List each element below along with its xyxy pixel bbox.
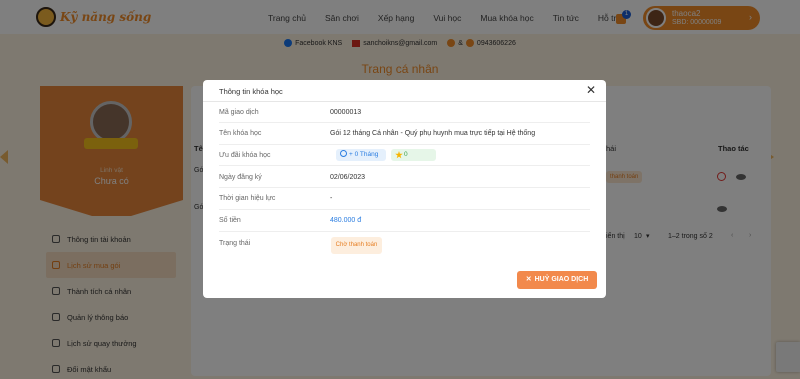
detail-row-validity: Thời gian hiệu lực - (219, 188, 590, 210)
cancel-transaction-label: HUỶ GIAO DỊCH (534, 276, 589, 283)
bonus-months-chip: + 0 Tháng (336, 149, 386, 161)
modal-header: Thông tin khóa học ✕ (203, 80, 606, 102)
register-date-value: 02/06/2023 (330, 174, 366, 181)
detail-label: Mã giao dịch (219, 109, 259, 116)
modal-title: Thông tin khóa học (219, 87, 283, 96)
course-info-modal: Thông tin khóa học ✕ Mã giao dịch 000000… (203, 80, 606, 298)
amount-value: 480.000 đ (330, 217, 362, 224)
star-icon (395, 151, 403, 159)
detail-row-transaction-id: Mã giao dịch 00000013 (219, 102, 590, 123)
detail-row-course-name: Tên khóa học Gói 12 tháng Cá nhân - Quý … (219, 123, 590, 145)
detail-label: Trạng thái (219, 240, 251, 247)
bonus-months-value: + 0 Tháng (349, 151, 379, 158)
detail-label: Ngày đăng ký (219, 174, 262, 181)
detail-row-amount: Số tiền 480.000 đ (219, 210, 590, 232)
close-icon[interactable]: ✕ (584, 83, 598, 97)
close-icon: ✕ (525, 276, 532, 283)
bonus-stars-chip: 0 (391, 149, 436, 161)
detail-label: Ưu đãi khóa học (219, 152, 271, 159)
validity-value: - (330, 195, 333, 202)
cancel-transaction-button[interactable]: ✕ HUỶ GIAO DỊCH (517, 271, 597, 289)
detail-label: Tên khóa học (219, 130, 262, 137)
transaction-id-value: 00000013 (330, 109, 362, 116)
bonus-stars-value: 0 (404, 151, 408, 158)
detail-row-status: Trạng thái (219, 232, 590, 260)
detail-label: Số tiền (219, 217, 241, 224)
status-badge: Chờ thanh toán (331, 237, 382, 254)
detail-label: Thời gian hiệu lực (219, 195, 276, 202)
clock-icon (340, 150, 347, 157)
course-name-value: Gói 12 tháng Cá nhân - Quý phụ huynh mua… (330, 130, 536, 137)
detail-row-register-date: Ngày đăng ký 02/06/2023 (219, 166, 590, 188)
